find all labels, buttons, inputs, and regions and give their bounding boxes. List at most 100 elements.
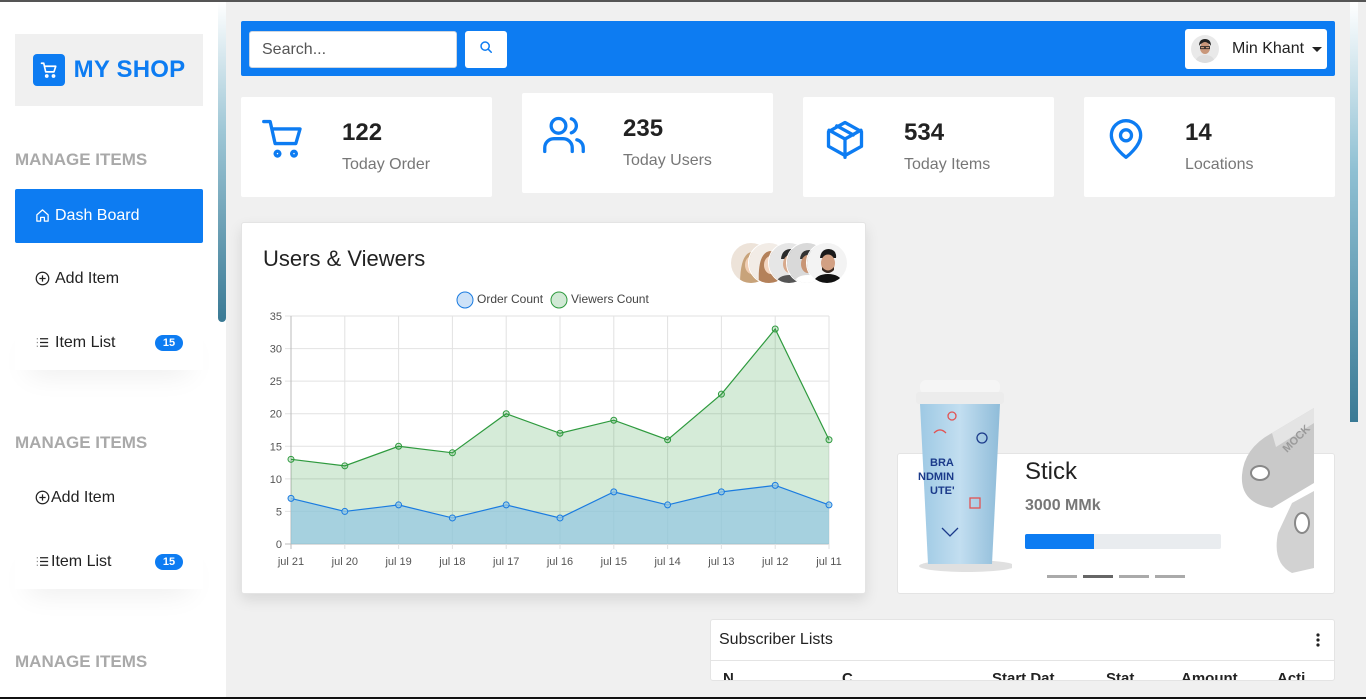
users-icon [542, 113, 586, 157]
y-tick-label: 10 [270, 474, 282, 486]
stat-value: 235 [623, 115, 664, 142]
product-price: 3000 MMk [1025, 497, 1101, 514]
sidebar-item-item-list[interactable]: Item List 15 [15, 535, 203, 589]
item-count-badge: 15 [155, 335, 183, 351]
subscriber-list-title: Subscriber Lists [719, 631, 833, 648]
stat-label: Today Items [904, 156, 991, 173]
box-icon [823, 117, 867, 161]
data-point-order-count[interactable] [556, 514, 564, 522]
viewer-avatar-stack [730, 242, 848, 284]
search-input[interactable] [249, 31, 457, 68]
avatar [806, 242, 848, 284]
avatar [1191, 35, 1219, 63]
stat-value: 14 [1185, 119, 1212, 146]
sidebar-item-dashboard[interactable]: Dash Board [15, 189, 203, 243]
svg-text:NDMIN: NDMIN [918, 471, 954, 483]
user-name: Min Khant [1232, 40, 1305, 57]
sidebar-item-add-item[interactable]: Add Item [15, 252, 203, 306]
legend-label-viewers-count: Viewers Count [571, 292, 649, 306]
data-point-order-count[interactable] [610, 488, 618, 496]
sidebar-item-label: Add Item [51, 489, 116, 506]
sidebar-item-item-list[interactable]: Item List 15 [15, 316, 203, 370]
carousel-indicators [1047, 575, 1185, 578]
carousel-dot[interactable] [1083, 575, 1113, 578]
x-tick-label: jul 15 [600, 556, 627, 568]
page-scrollbar[interactable] [1350, 2, 1358, 422]
x-tick-label: jul 18 [438, 556, 465, 568]
legend-label-order-count: Order Count [477, 292, 544, 306]
svg-text:UTE': UTE' [930, 485, 955, 497]
data-point-viewers-count[interactable] [556, 429, 564, 437]
data-point-viewers-count[interactable] [771, 325, 779, 333]
plus-circle-icon [35, 490, 51, 506]
users-viewers-chart: Order Count Viewers Count 0 5 10 15 20 25 30 35… [270, 291, 842, 568]
sidebar: MY SHOP MANAGE ITEMS Dash Board Add Item… [0, 2, 226, 697]
data-point-viewers-count[interactable] [287, 455, 295, 463]
carousel-dot[interactable] [1119, 575, 1149, 578]
usb-stick-image: MOCK [1232, 403, 1314, 578]
product-progress-bar [1025, 534, 1221, 549]
data-point-order-count[interactable] [717, 488, 725, 496]
data-point-viewers-count[interactable] [341, 462, 349, 470]
column-header: Stat [1106, 670, 1135, 681]
column-header: Amount [1181, 670, 1238, 681]
data-point-viewers-count[interactable] [395, 442, 403, 450]
y-tick-label: 15 [270, 441, 282, 453]
sidebar-item-label: Dash Board [55, 207, 140, 224]
y-tick-label: 25 [270, 376, 282, 388]
sidebar-item-label: Add Item [55, 270, 120, 287]
x-tick-label: jul 12 [761, 556, 788, 568]
data-point-viewers-count[interactable] [664, 436, 672, 444]
brand-logo[interactable]: MY SHOP [15, 34, 203, 106]
carousel-dot[interactable] [1047, 575, 1077, 578]
stat-value: 534 [904, 119, 945, 146]
brand-name: MY SHOP [73, 56, 186, 83]
user-menu-dropdown[interactable]: Min Khant [1185, 29, 1327, 69]
sidebar-item-add-item[interactable]: Add Item [15, 471, 203, 525]
data-point-order-count[interactable] [502, 501, 510, 509]
data-point-viewers-count[interactable] [825, 436, 833, 444]
product-name: Stick [1025, 458, 1078, 485]
list-icon [35, 335, 51, 351]
sidebar-scrollbar[interactable] [218, 2, 226, 322]
stat-card-users: 235 Today Users [522, 93, 773, 193]
legend-swatch-viewers-count[interactable] [550, 291, 568, 309]
x-tick-label: jul 19 [384, 556, 411, 568]
more-options-icon[interactable] [1316, 632, 1320, 648]
stat-label: Today Order [342, 156, 431, 173]
data-point-order-count[interactable] [448, 514, 456, 522]
section-heading-manage-items: MANAGE ITEMS [15, 433, 148, 452]
cart-icon [32, 54, 65, 86]
data-point-viewers-count[interactable] [502, 410, 510, 418]
x-tick-label: jul 16 [546, 556, 573, 568]
data-point-order-count[interactable] [825, 501, 833, 509]
legend-swatch-order-count[interactable] [456, 291, 474, 309]
coffee-cup-image: BRA NDMIN UTE' [912, 378, 1015, 583]
data-point-order-count[interactable] [664, 501, 672, 509]
y-tick-label: 20 [270, 409, 282, 421]
y-tick-label: 35 [270, 311, 282, 323]
x-tick-label: jul 20 [331, 556, 358, 568]
plus-circle-icon [35, 271, 51, 287]
data-point-order-count[interactable] [771, 481, 779, 489]
y-tick-label: 0 [276, 539, 282, 551]
data-point-order-count[interactable] [395, 501, 403, 509]
data-point-viewers-count[interactable] [610, 416, 618, 424]
carousel-dot[interactable] [1155, 575, 1185, 578]
sidebar-item-label: Item List [55, 334, 116, 351]
column-header: Start Dat [992, 670, 1055, 681]
data-point-viewers-count[interactable] [717, 390, 725, 398]
section-heading-manage-items: MANAGE ITEMS [15, 150, 148, 169]
data-point-viewers-count[interactable] [448, 449, 456, 457]
search-button[interactable] [465, 31, 507, 68]
home-icon [35, 208, 51, 224]
search-icon [479, 40, 493, 59]
subscriber-list-card: Subscriber Lists N C Start Dat Stat Amou… [710, 619, 1335, 681]
product-progress-fill [1025, 534, 1094, 549]
data-point-order-count[interactable] [341, 507, 349, 515]
users-viewers-chart-card: Users & Viewers Order Count Viewers Coun… [241, 222, 866, 594]
x-tick-label: jul 13 [707, 556, 734, 568]
divider [711, 660, 1334, 661]
data-point-order-count[interactable] [287, 494, 295, 502]
x-tick-label: jul 14 [653, 556, 680, 568]
